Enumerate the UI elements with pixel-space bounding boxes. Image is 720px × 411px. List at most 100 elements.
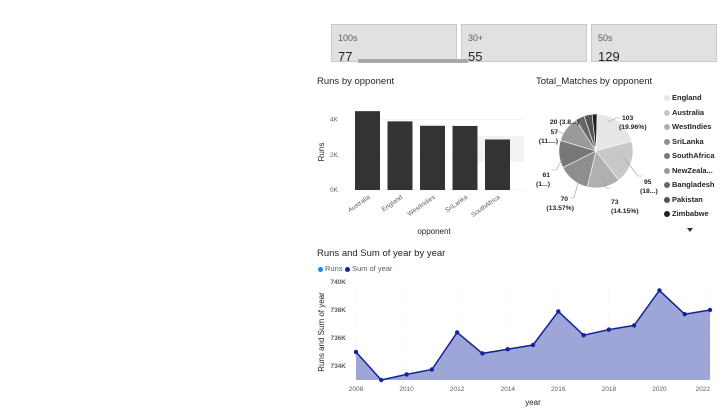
area-x-axis-title: year bbox=[525, 398, 541, 407]
area-point[interactable] bbox=[429, 367, 435, 372]
pie-legend-item[interactable]: Zimbabwe bbox=[664, 209, 709, 218]
area-point[interactable] bbox=[606, 327, 612, 332]
legend-label: Pakistan bbox=[672, 194, 703, 204]
area-x-tick: 2020 bbox=[652, 386, 667, 393]
area-x-tick: 2010 bbox=[399, 386, 414, 393]
legend-label: SriLanka bbox=[672, 136, 704, 146]
kpi-card-50s[interactable]: 50s 129 bbox=[591, 24, 717, 62]
area-point[interactable] bbox=[454, 330, 460, 335]
area-point[interactable] bbox=[480, 351, 485, 356]
pie-chart: 103 (19.96%) 95 (18...) 73 (14.15%) 70 (… bbox=[536, 113, 658, 215]
area-point[interactable] bbox=[404, 372, 409, 377]
pie-label: 57 bbox=[550, 129, 558, 136]
area-chart: 740K 738K 736K 734K 2008 2010 2012 2014 2016 201… bbox=[317, 279, 713, 407]
kpi-value: 55 bbox=[468, 49, 483, 62]
bar[interactable] bbox=[452, 125, 478, 190]
kpi-value: 77 bbox=[338, 49, 353, 62]
legend-label: England bbox=[672, 93, 702, 102]
bar-y-tick: 4K bbox=[330, 117, 339, 124]
pie-label: (18...) bbox=[640, 188, 658, 195]
pie-legend-item[interactable]: NewZeala... bbox=[664, 166, 713, 175]
legend-label: Zimbabwe bbox=[672, 209, 709, 218]
area-x-tick: 2018 bbox=[602, 386, 617, 393]
pie-label: (1...) bbox=[536, 181, 550, 188]
kpi-label: 30+ bbox=[468, 33, 484, 43]
legend-dot-icon bbox=[664, 124, 670, 130]
area-fill bbox=[356, 290, 710, 380]
pie-legend-item[interactable]: Pakistan bbox=[664, 195, 703, 204]
pie-label: (13.57%) bbox=[546, 205, 574, 212]
area-y-tick: 734K bbox=[330, 363, 346, 370]
legend-label: WestIndies bbox=[672, 122, 712, 131]
pie-legend-item[interactable]: WestIndies bbox=[664, 122, 711, 131]
area-point[interactable] bbox=[379, 377, 384, 383]
area-point[interactable] bbox=[657, 288, 662, 293]
legend-label: SouthAfrica bbox=[672, 151, 715, 160]
area-y-axis-title: Runs and Sum of year bbox=[317, 292, 326, 372]
area-point[interactable] bbox=[631, 323, 637, 328]
pie-legend-item[interactable]: England bbox=[664, 93, 702, 102]
area-point[interactable] bbox=[556, 309, 561, 314]
pie-label: 70 bbox=[560, 196, 568, 203]
area-point[interactable] bbox=[707, 307, 713, 313]
bar[interactable] bbox=[387, 121, 413, 190]
bar-x-axis-title: opponent bbox=[417, 227, 451, 236]
line-chart-title: Runs and Sum of year by year bbox=[317, 248, 446, 259]
bar[interactable] bbox=[485, 139, 510, 190]
legend-dot-icon bbox=[664, 153, 670, 159]
pie-label: 103 bbox=[622, 115, 634, 122]
area-y-tick: 736K bbox=[330, 335, 346, 342]
area-y-tick: 740K bbox=[330, 279, 346, 286]
bar-x-tick: SriLanka bbox=[444, 194, 469, 215]
pie-label: 20 (3.8...) bbox=[550, 119, 579, 126]
legend-label: NewZeala... bbox=[672, 165, 713, 175]
pie-legend-item[interactable]: SriLanka bbox=[664, 137, 704, 146]
cards-scrollbar[interactable] bbox=[358, 59, 468, 63]
bar-chart: 4K 2K 0K Australia England WestIndies SriLank… bbox=[317, 111, 524, 236]
legend-scroll-down-icon[interactable] bbox=[687, 228, 693, 232]
area-point[interactable] bbox=[682, 312, 687, 317]
kpi-card-100s[interactable]: 100s 77 bbox=[331, 24, 457, 62]
bar-chart-title: Runs by opponent bbox=[317, 76, 395, 87]
pie-label: (19.96%) bbox=[619, 124, 647, 131]
pie-legend-item[interactable]: Bangladesh bbox=[664, 180, 715, 189]
legend-dot-icon bbox=[664, 167, 670, 174]
bar-x-tick: SouthAfrica bbox=[470, 194, 502, 219]
kpi-label: 50s bbox=[598, 33, 613, 43]
area-point[interactable] bbox=[505, 347, 510, 352]
bar-x-tick: Australia bbox=[347, 194, 372, 214]
kpi-label: 100s bbox=[338, 33, 358, 43]
legend-label: Australia bbox=[672, 107, 705, 117]
pie-legend-item[interactable]: Australia bbox=[664, 108, 704, 117]
area-point[interactable] bbox=[530, 342, 536, 348]
legend-dot-icon bbox=[664, 95, 670, 101]
area-x-tick: 2016 bbox=[551, 386, 566, 393]
area-x-tick: 2008 bbox=[349, 386, 364, 393]
bar[interactable] bbox=[420, 125, 445, 190]
legend-dot-icon bbox=[664, 109, 670, 116]
area-y-tick: 738K bbox=[330, 307, 346, 314]
area-x-tick: 2012 bbox=[450, 386, 465, 393]
pie-legend-item[interactable]: SouthAfrica bbox=[664, 151, 715, 160]
pie-label: 95 bbox=[644, 179, 652, 186]
bar-x-tick: England bbox=[381, 194, 405, 214]
kpi-value: 129 bbox=[598, 49, 620, 62]
bar-y-axis-title: Runs bbox=[317, 143, 326, 162]
pie-label: 61 bbox=[542, 172, 550, 179]
pie-label: 73 bbox=[611, 199, 619, 206]
area-x-tick: 2022 bbox=[696, 386, 711, 393]
area-x-tick: 2014 bbox=[500, 386, 515, 393]
area-point[interactable] bbox=[353, 349, 359, 355]
legend-dot-icon bbox=[664, 211, 670, 217]
bar-x-tick: WestIndies bbox=[406, 193, 437, 218]
bar[interactable] bbox=[355, 111, 380, 190]
kpi-card-30plus[interactable]: 30+ 55 bbox=[461, 24, 587, 62]
legend-dot-icon bbox=[664, 138, 670, 145]
legend-label: Bangladesh bbox=[672, 180, 715, 189]
legend-dot-icon bbox=[664, 182, 670, 188]
bar-y-tick: 2K bbox=[330, 152, 339, 159]
area-point[interactable] bbox=[581, 333, 586, 338]
pie-chart-title: Total_Matches by opponent bbox=[536, 76, 653, 87]
pie-label: (14.15%) bbox=[611, 208, 639, 215]
legend-dot-icon bbox=[664, 196, 670, 203]
